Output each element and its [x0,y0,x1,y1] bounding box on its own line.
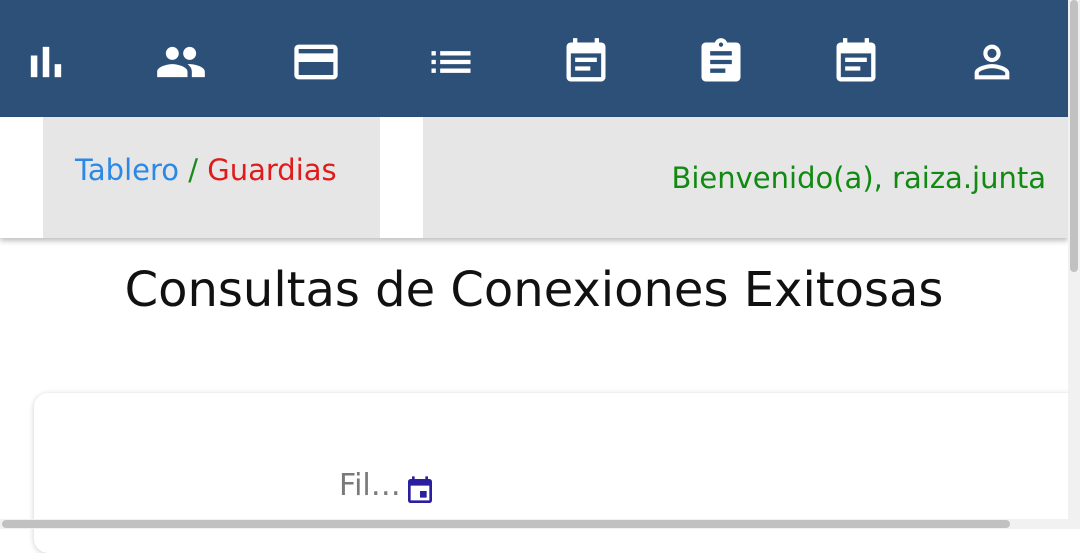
bar-chart-icon [30,46,62,78]
horizontal-scrollbar[interactable] [0,519,1068,529]
nav-dashboard-button[interactable] [18,34,74,90]
list-icon [431,51,471,73]
clipboard-icon [701,38,741,82]
nav-people-button[interactable] [153,34,209,90]
people-icon [157,46,205,78]
nav-user-button[interactable] [964,34,1020,90]
credit-card-icon [294,44,338,80]
top-nav-bar [0,0,1068,117]
breadcrumb-separator: / [188,153,199,187]
nav-calendar-button[interactable] [558,34,614,90]
nav-list-button[interactable] [423,34,479,90]
date-filter-label: Fil… [339,468,401,503]
vertical-scrollbar[interactable] [1068,0,1080,529]
horizontal-scrollbar-thumb[interactable] [2,520,1010,528]
nav-card-button[interactable] [288,34,344,90]
nav-clipboard-button[interactable] [693,34,749,90]
filter-card: Fil… [34,393,1080,553]
calendar-note-icon [566,38,606,82]
breadcrumb-panel: Tablero / Guardias [43,117,380,238]
calendar-note-icon [836,38,876,82]
calendar-icon [408,476,432,503]
page-header: Tablero / Guardias Bienvenido(a), raiza.… [0,117,1068,238]
user-icon [974,44,1010,80]
date-picker-button[interactable] [404,473,436,509]
welcome-panel: Bienvenido(a), raiza.junta [423,117,1068,238]
breadcrumb: Tablero / Guardias [75,153,337,187]
welcome-message: Bienvenido(a), raiza.junta [671,161,1046,195]
breadcrumb-current: Guardias [207,153,337,187]
vertical-scrollbar-thumb[interactable] [1070,0,1078,272]
page-title: Consultas de Conexiones Exitosas [124,262,944,318]
nav-calendar-2-button[interactable] [828,34,884,90]
breadcrumb-link-tablero[interactable]: Tablero [75,153,179,187]
